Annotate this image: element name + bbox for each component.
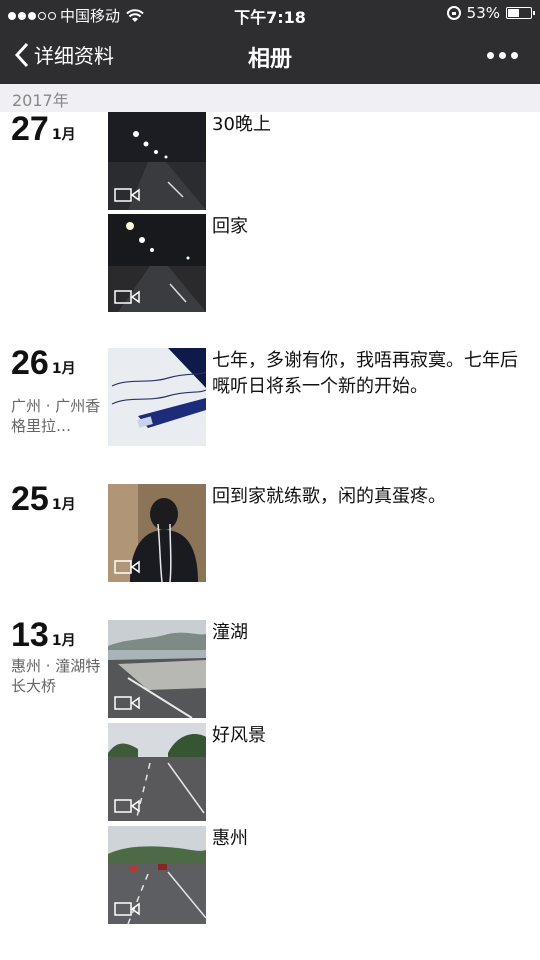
post-item[interactable]: 回家 bbox=[108, 214, 540, 312]
post-caption: 回到家就练歌，闲的真蛋疼。 bbox=[212, 486, 446, 507]
entry-month: 1月 bbox=[51, 497, 76, 513]
album-list[interactable]: 27 1月 30晚上 回家 26 1月 广州 · 广州香格里拉… 七年，多谢有你… bbox=[0, 112, 540, 960]
entry-day: 13 bbox=[11, 616, 49, 654]
video-camera-icon bbox=[114, 902, 140, 916]
post-item[interactable]: 七年，多谢有你，我唔再寂寞。七年后嘅听日将系一个新的开始。 bbox=[108, 348, 540, 446]
entry-location: 广州 · 广州香格里拉… bbox=[11, 397, 101, 435]
post-caption: 好风景 bbox=[212, 725, 266, 746]
video-camera-icon bbox=[114, 290, 140, 304]
entry-month: 1月 bbox=[51, 127, 76, 143]
rotation-lock-icon bbox=[446, 6, 461, 20]
post-thumbnail[interactable] bbox=[108, 348, 206, 446]
post-thumbnail[interactable] bbox=[108, 826, 206, 924]
entry-date: 13 1月 bbox=[11, 618, 76, 652]
post-thumbnail[interactable] bbox=[108, 484, 206, 582]
post-thumbnail[interactable] bbox=[108, 620, 206, 718]
battery-percent: 53% bbox=[466, 4, 500, 22]
entry-day: 27 bbox=[11, 112, 49, 148]
entry-day: 26 bbox=[11, 344, 49, 382]
more-button[interactable] bbox=[487, 52, 518, 59]
post-thumbnail[interactable] bbox=[108, 723, 206, 821]
post-thumbnail[interactable] bbox=[108, 112, 206, 210]
video-camera-icon bbox=[114, 560, 140, 574]
page-title: 相册 bbox=[247, 47, 292, 72]
navigation-bar: 详细资料 相册 bbox=[0, 28, 540, 84]
more-icon bbox=[487, 52, 494, 59]
post-caption: 潼湖 bbox=[212, 622, 248, 643]
post-item[interactable]: 惠州 bbox=[108, 826, 540, 924]
post-item[interactable]: 好风景 bbox=[108, 723, 540, 821]
battery-icon bbox=[506, 7, 535, 19]
post-item[interactable]: 30晚上 bbox=[108, 112, 540, 210]
entry-month: 1月 bbox=[51, 361, 76, 377]
entry-day: 25 bbox=[11, 480, 49, 518]
post-item[interactable]: 潼湖 bbox=[108, 620, 540, 718]
post-thumbnail[interactable] bbox=[108, 214, 206, 312]
entry-date: 27 1月 bbox=[11, 112, 76, 146]
status-bar: 中国移动 下午7:18 53% bbox=[0, 0, 540, 28]
year-header: 2017年 bbox=[0, 84, 540, 112]
post-item[interactable]: 回到家就练歌，闲的真蛋疼。 bbox=[108, 484, 540, 582]
post-caption: 回家 bbox=[212, 216, 248, 237]
post-caption: 七年，多谢有你，我唔再寂寞。七年后嘅听日将系一个新的开始。 bbox=[212, 350, 518, 397]
video-camera-icon bbox=[114, 799, 140, 813]
entry-location: 惠州 · 潼湖特长大桥 bbox=[11, 657, 101, 695]
post-caption: 惠州 bbox=[212, 828, 248, 849]
entry-month: 1月 bbox=[51, 633, 76, 649]
video-camera-icon bbox=[114, 188, 140, 202]
entry-date: 26 1月 bbox=[11, 346, 76, 380]
video-camera-icon bbox=[114, 696, 140, 710]
post-caption: 30晚上 bbox=[212, 114, 271, 135]
entry-date: 25 1月 bbox=[11, 482, 76, 516]
